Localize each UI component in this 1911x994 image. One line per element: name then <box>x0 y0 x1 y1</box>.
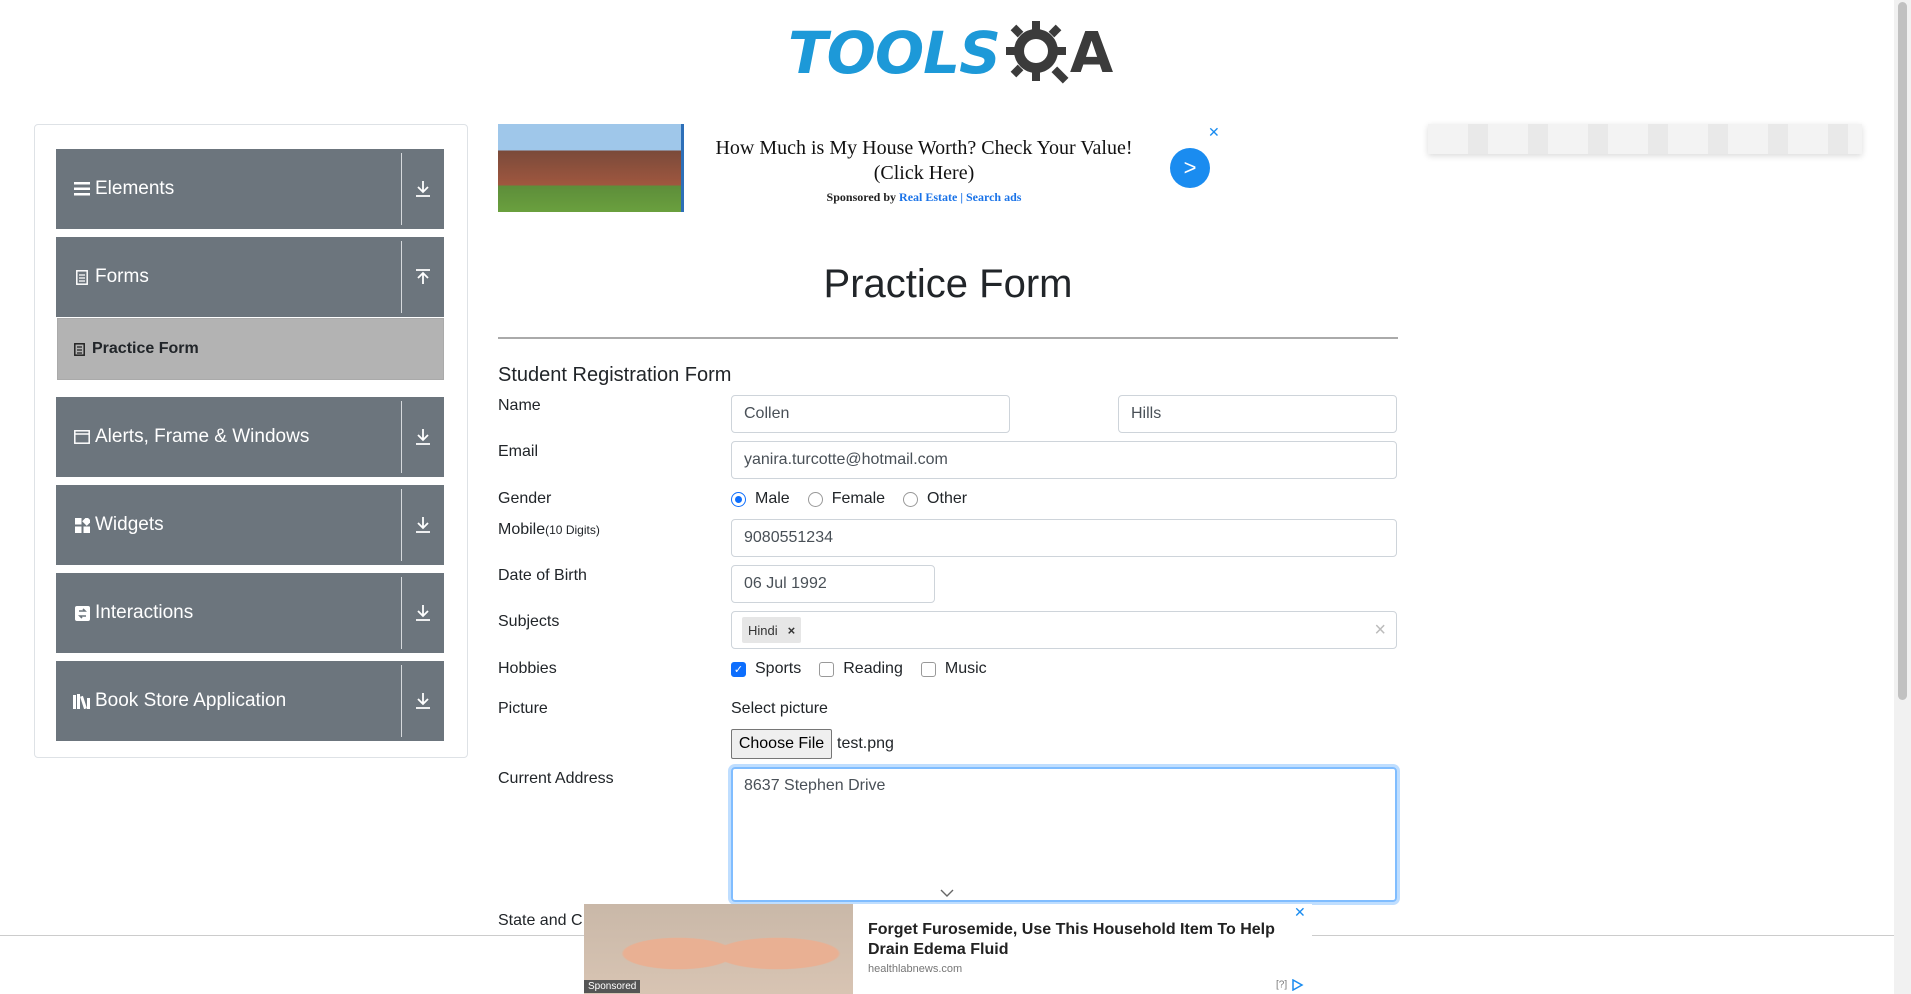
page-title: Practice Form <box>823 262 1073 306</box>
choose-file-button[interactable]: Choose File <box>731 729 832 759</box>
bottom-ad-source[interactable]: healthlabnews.com <box>868 963 962 975</box>
first-name-input[interactable]: Collen <box>731 395 1010 433</box>
subject-chip-label: Hindi <box>748 622 778 638</box>
gender-male-radio[interactable] <box>731 491 746 507</box>
last-name-input[interactable]: Hills <box>1118 395 1397 433</box>
top-ad-banner[interactable]: How Much is My House Worth? Check Your V… <box>498 124 1226 214</box>
sidebar-item-practice-form[interactable]: Practice Form <box>57 318 444 380</box>
ad-info-icon[interactable]: [?] <box>1276 978 1304 992</box>
mobile-label-text: Mobile <box>498 521 546 538</box>
sidebar-group-label: Widgets <box>95 514 164 535</box>
gender-options: Male Female Other <box>731 490 967 508</box>
hobby-music-checkbox[interactable] <box>920 661 936 677</box>
ad-info-text: [?] <box>1276 979 1288 991</box>
hobby-sports-label[interactable]: Sports <box>755 660 801 678</box>
mobile-input[interactable]: 9080551234 <box>731 519 1397 557</box>
download-arrow-icon[interactable] <box>402 604 444 622</box>
gender-other-label[interactable]: Other <box>927 490 967 508</box>
gender-male-label[interactable]: Male <box>755 490 790 508</box>
subjects-label: Subjects <box>498 613 560 630</box>
hobbies-options: ✓ Sports Reading Music <box>731 660 987 678</box>
sidebar-group-label: Elements <box>95 178 175 199</box>
sidebar-group-alerts[interactable]: Alerts, Frame & Windows <box>56 397 444 477</box>
books-icon <box>73 692 91 710</box>
ad-close-icon[interactable]: ✕ <box>1208 124 1220 141</box>
dob-label: Date of Birth <box>498 567 587 584</box>
upload-arrow-icon[interactable] <box>402 268 444 286</box>
mobile-hint: (10 Digits) <box>545 523 600 537</box>
mobile-label: Mobile(10 Digits) <box>498 521 600 539</box>
download-arrow-icon[interactable] <box>402 428 444 446</box>
sidebar-group-book-store[interactable]: Book Store Application <box>56 661 444 741</box>
window-icon <box>73 428 91 446</box>
form-title: Student Registration Form <box>498 364 732 386</box>
right-ad-placeholder <box>1428 124 1862 154</box>
dob-input[interactable]: 06 Jul 1992 <box>731 565 935 603</box>
hobby-reading-label[interactable]: Reading <box>843 660 903 678</box>
hobbies-label: Hobbies <box>498 660 557 677</box>
hobby-sports-checkbox[interactable]: ✓ <box>731 661 746 677</box>
form-icon <box>72 342 86 356</box>
sidebar-group-label: Alerts, Frame & Windows <box>95 426 310 447</box>
sidebar-group-interactions[interactable]: Interactions <box>56 573 444 653</box>
email-label: Email <box>498 443 539 460</box>
logo-a: A <box>1069 20 1114 86</box>
download-arrow-icon[interactable] <box>402 692 444 710</box>
gender-female-radio[interactable] <box>807 491 823 507</box>
chip-remove-icon[interactable]: × <box>788 623 796 638</box>
sidebar-group-widgets[interactable]: Widgets <box>56 485 444 565</box>
sidebar-group-label: Forms <box>95 266 149 287</box>
ad-title[interactable]: How Much is My House Worth? Check Your V… <box>694 136 1154 186</box>
state-city-label: State and C <box>498 912 583 929</box>
widgets-icon <box>73 516 91 534</box>
hobby-music-label[interactable]: Music <box>945 660 987 678</box>
file-name: test.png <box>837 735 894 752</box>
email-input[interactable]: yanira.turcotte@hotmail.com <box>731 441 1397 479</box>
picture-label: Picture <box>498 700 548 717</box>
ad-sponsor: Sponsored by Real Estate | Search ads <box>694 190 1154 205</box>
bottom-ad-banner[interactable]: Sponsored Forget Furosemide, Use This Ho… <box>584 904 1312 994</box>
current-address-textarea[interactable]: 8637 Stephen Drive <box>731 767 1397 902</box>
page: TOOLS A Elements Forms Practice Form Ale… <box>0 0 1911 994</box>
menu-icon <box>73 180 91 198</box>
sidebar-group-forms[interactable]: Forms <box>56 237 444 317</box>
hobby-reading-checkbox[interactable] <box>819 661 835 677</box>
chevron-down-icon <box>940 889 954 897</box>
gender-label: Gender <box>498 490 552 507</box>
sidebar-group-label: Interactions <box>95 602 194 623</box>
bottom-ad-title[interactable]: Forget Furosemide, Use This Household It… <box>868 920 1288 960</box>
ad-sponsor-prefix: Sponsored by <box>826 190 897 204</box>
subjects-input[interactable]: Hindi × × <box>731 611 1397 649</box>
gear-icon <box>1005 21 1069 84</box>
sidebar-item-label: Practice Form <box>92 340 199 357</box>
ad-sponsored-badge: Sponsored <box>584 980 641 993</box>
adchoices-icon <box>1292 978 1304 992</box>
clear-icon[interactable]: × <box>1374 619 1386 642</box>
ad-go-button[interactable]: > <box>1170 148 1210 188</box>
sidebar-group-label: Book Store Application <box>95 690 287 711</box>
address-label: Current Address <box>498 770 614 787</box>
sidebar: Elements Forms Practice Form Alerts, Fra… <box>34 124 468 758</box>
bottom-ad-close-icon[interactable]: ✕ <box>1294 904 1306 921</box>
logo-text: TOOLS <box>788 19 1001 87</box>
scrollbar-thumb[interactable] <box>1898 2 1907 700</box>
subject-chip: Hindi × <box>742 617 802 643</box>
name-label: Name <box>498 397 541 414</box>
sidebar-group-elements[interactable]: Elements <box>56 149 444 229</box>
divider <box>498 337 1398 339</box>
ad-sponsor-links[interactable]: Real Estate | Search ads <box>899 190 1021 204</box>
gender-female-label[interactable]: Female <box>832 490 885 508</box>
vertical-scrollbar[interactable] <box>1894 0 1911 994</box>
toolsqa-logo[interactable]: TOOLS A <box>788 15 1113 91</box>
select-picture-label: Select picture <box>731 700 828 717</box>
download-arrow-icon[interactable] <box>402 180 444 198</box>
ad-house-image[interactable] <box>498 124 684 212</box>
download-arrow-icon[interactable] <box>402 516 444 534</box>
document-icon <box>73 268 91 286</box>
interactions-icon <box>73 604 91 622</box>
gender-other-radio[interactable] <box>903 491 919 507</box>
